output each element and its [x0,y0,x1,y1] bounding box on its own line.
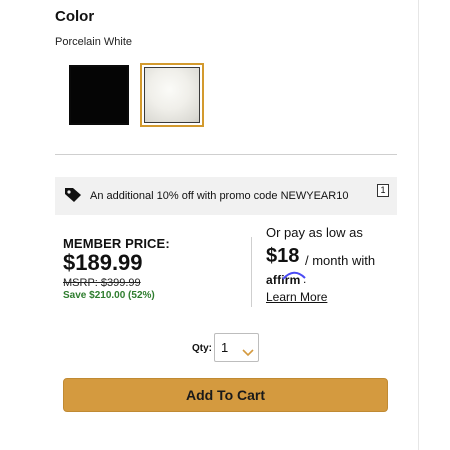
qty-select[interactable]: 1 [214,333,259,362]
member-price: $189.99 [63,250,143,275]
financing-amount: $18 [266,245,300,267]
promo-banner: An additional 10% off with promo code NE… [55,177,397,215]
affirm-period: . [303,272,307,286]
affirm-logo: affirm . [266,270,316,288]
color-heading: Color [55,8,95,25]
member-price-label: MEMBER PRICE: [63,236,170,251]
swatch-black-fill [71,67,127,123]
section-divider [55,154,397,155]
swatch-black[interactable] [66,62,132,128]
financing-suffix: / month with [305,253,376,268]
chevron-down-icon [242,344,254,362]
add-to-cart-button[interactable]: Add To Cart [63,378,388,412]
pricing-divider [251,237,252,307]
promo-info-badge[interactable]: 1 [377,184,389,197]
promo-text: An additional 10% off with promo code NE… [90,190,349,202]
msrp-price: MSRP: $399.99 [63,277,141,289]
qty-value: 1 [221,340,229,355]
swatch-porcelain-white[interactable] [140,63,204,127]
financing-intro: Or pay as low as [266,225,363,240]
swatch-porcelain-white-fill [144,67,200,123]
qty-label: Qty: [192,343,212,354]
selected-color-name: Porcelain White [55,36,133,48]
savings-text: Save $210.00 (52%) [63,290,155,301]
panel-right-border [418,0,419,450]
tag-icon [64,187,82,203]
learn-more-link[interactable]: Learn More [266,290,327,304]
